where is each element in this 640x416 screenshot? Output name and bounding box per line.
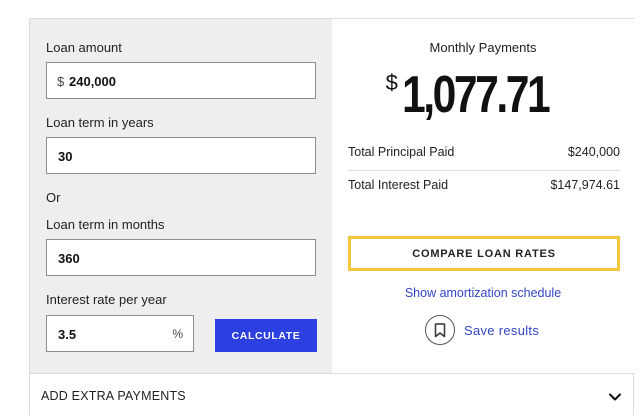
save-results-label: Save results bbox=[464, 322, 540, 338]
interest-rate-input[interactable]: 3.5 % bbox=[46, 315, 194, 352]
total-interest-row: Total Interest Paid $147,974.61 bbox=[348, 170, 620, 203]
monthly-payments-label: Monthly Payments bbox=[429, 40, 537, 55]
save-results-button[interactable]: Save results bbox=[425, 314, 539, 346]
monthly-currency-symbol: $ bbox=[385, 70, 398, 95]
term-months-input[interactable]: 360 bbox=[46, 239, 316, 276]
bookmark-icon bbox=[425, 315, 455, 345]
interest-rate-value: 3.5 bbox=[58, 327, 77, 342]
loan-amount-input[interactable]: $ 240,000 bbox=[46, 62, 316, 99]
input-panel: Loan amount $ 240,000 Loan term in years… bbox=[30, 19, 332, 373]
results-panel: Monthly Payments $1,077.71 Total Princip… bbox=[332, 19, 634, 373]
term-years-label: Loan term in years bbox=[46, 115, 154, 130]
add-extra-payments-label: ADD EXTRA PAYMENTS bbox=[41, 389, 186, 403]
monthly-payment-value: 1,077.71 bbox=[401, 66, 551, 124]
amortization-schedule-link[interactable]: Show amortization schedule bbox=[332, 286, 634, 300]
calculate-button[interactable]: CALCULATE bbox=[215, 319, 317, 352]
chevron-down-icon bbox=[609, 388, 621, 406]
loan-amount-value: 240,000 bbox=[69, 74, 116, 89]
term-years-input[interactable]: 30 bbox=[46, 137, 316, 174]
currency-symbol: $ bbox=[57, 74, 65, 89]
total-principal-value: $240,000 bbox=[567, 145, 620, 159]
add-extra-payments-toggle[interactable]: ADD EXTRA PAYMENTS bbox=[30, 373, 635, 416]
loan-calculator: Loan amount $ 240,000 Loan term in years… bbox=[29, 18, 635, 416]
or-label: Or bbox=[46, 190, 61, 205]
total-interest-label: Total Interest Paid bbox=[348, 178, 449, 192]
interest-rate-label: Interest rate per year bbox=[46, 292, 167, 307]
loan-amount-label: Loan amount bbox=[46, 40, 122, 55]
total-principal-row: Total Principal Paid $240,000 bbox=[348, 137, 620, 171]
term-months-value: 360 bbox=[58, 251, 80, 266]
percent-symbol: % bbox=[172, 327, 183, 341]
term-years-value: 30 bbox=[58, 149, 73, 164]
monthly-payment-amount: $1,077.71 bbox=[332, 65, 634, 125]
term-months-label: Loan term in months bbox=[46, 217, 165, 232]
total-principal-label: Total Principal Paid bbox=[348, 145, 455, 159]
total-interest-value: $147,974.61 bbox=[550, 178, 620, 192]
compare-loan-rates-button[interactable]: COMPARE LOAN RATES bbox=[348, 236, 620, 271]
